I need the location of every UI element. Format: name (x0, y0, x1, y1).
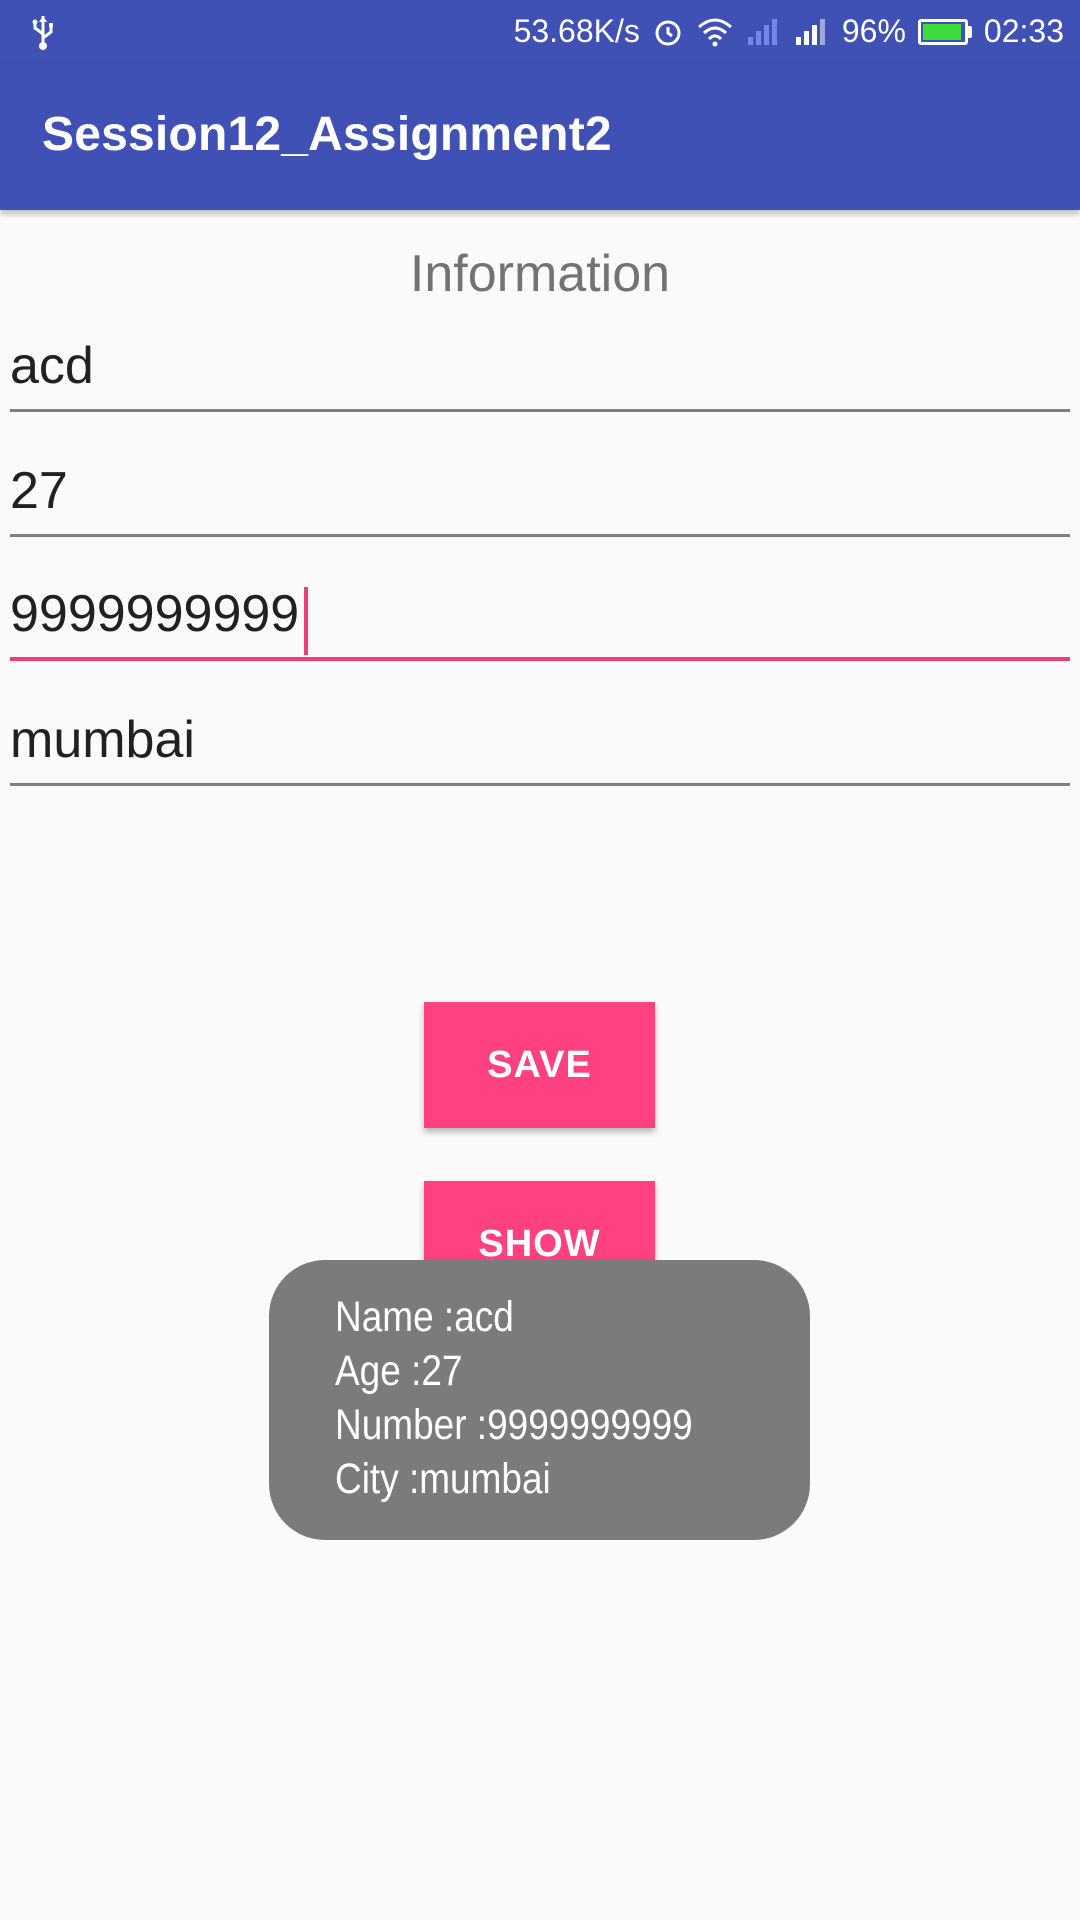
number-field-container (10, 571, 1070, 661)
signal-icon (794, 17, 830, 47)
battery-percent: 96% (841, 13, 906, 49)
city-field[interactable] (10, 696, 1070, 783)
alarm-icon (652, 16, 684, 48)
network-speed: 53.68K/s (513, 13, 640, 49)
text-cursor (304, 587, 308, 655)
number-field[interactable] (10, 571, 1070, 657)
status-bar: 53.68K/s 96% 02:33 (0, 0, 1080, 63)
main-content: Information SAVE SHOW (0, 210, 1080, 1920)
signal-off-icon (746, 17, 782, 47)
battery-level (922, 23, 962, 40)
toast-message: Name :acd Age :27 Number :9999999999 Cit… (269, 1260, 810, 1540)
app-bar: Session12_Assignment2 (0, 63, 1080, 210)
age-field[interactable] (10, 447, 1070, 534)
usb-icon (28, 12, 58, 52)
age-field-container (10, 447, 1070, 537)
clock: 02:33 (983, 13, 1064, 49)
toast-name-line: Name :acd (335, 1293, 514, 1341)
name-field-container (10, 322, 1070, 412)
city-field-container (10, 696, 1070, 786)
form-heading: Information (409, 245, 671, 303)
battery-icon (917, 18, 972, 45)
name-field[interactable] (10, 322, 1070, 409)
status-icons: 53.68K/s 96% 02:33 (514, 0, 1064, 63)
save-button[interactable]: SAVE (424, 1002, 655, 1128)
toast-number-line: Number :9999999999 (335, 1401, 693, 1449)
app-title: Session12_Assignment2 (42, 108, 612, 161)
toast-age-line: Age :27 (335, 1347, 463, 1395)
toast-city-line: City :mumbai (335, 1455, 551, 1503)
wifi-icon (696, 17, 734, 47)
